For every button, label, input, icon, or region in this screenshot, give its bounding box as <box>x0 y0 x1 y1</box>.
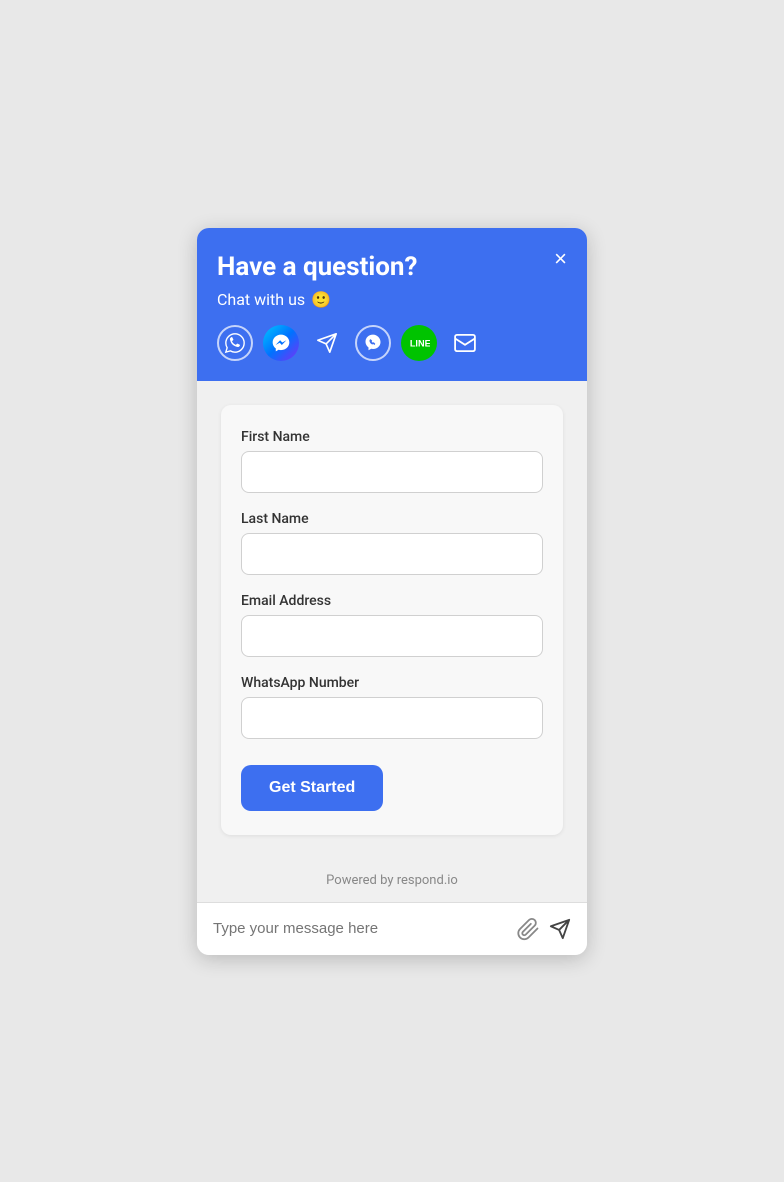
whatsapp-input[interactable] <box>241 697 543 739</box>
widget-subtitle: Chat with us 🙂 <box>217 290 567 309</box>
get-started-button[interactable]: Get Started <box>241 765 383 811</box>
close-button[interactable]: × <box>554 248 567 270</box>
first-name-label: First Name <box>241 429 543 445</box>
powered-by-text: Powered by respond.io <box>326 873 458 888</box>
whatsapp-icon[interactable] <box>217 325 253 361</box>
chat-widget: Have a question? × Chat with us 🙂 <box>197 228 587 955</box>
email-label: Email Address <box>241 593 543 609</box>
emoji-icon: 🙂 <box>311 290 331 309</box>
first-name-input[interactable] <box>241 451 543 493</box>
first-name-group: First Name <box>241 429 543 493</box>
message-input[interactable] <box>213 920 507 937</box>
attach-button[interactable] <box>517 917 539 941</box>
subtitle-text: Chat with us <box>217 290 305 309</box>
whatsapp-group: WhatsApp Number <box>241 675 543 739</box>
whatsapp-label: WhatsApp Number <box>241 675 543 691</box>
last-name-input[interactable] <box>241 533 543 575</box>
widget-header: Have a question? × Chat with us 🙂 <box>197 228 587 381</box>
paperclip-icon <box>517 917 539 941</box>
last-name-label: Last Name <box>241 511 543 527</box>
message-input-area <box>197 902 587 955</box>
last-name-group: Last Name <box>241 511 543 575</box>
svg-text:LINE: LINE <box>410 338 430 348</box>
send-button[interactable] <box>549 918 571 940</box>
messenger-icon[interactable] <box>263 325 299 361</box>
viber-icon[interactable] <box>355 325 391 361</box>
email-input[interactable] <box>241 615 543 657</box>
line-icon[interactable]: LINE <box>401 325 437 361</box>
form-area: First Name Last Name Email Address Whats… <box>197 381 587 859</box>
chat-icons-row: LINE <box>217 325 567 361</box>
widget-title: Have a question? <box>217 252 567 282</box>
send-icon <box>549 918 571 940</box>
email-group: Email Address <box>241 593 543 657</box>
email-icon[interactable] <box>447 325 483 361</box>
form-card: First Name Last Name Email Address Whats… <box>221 405 563 835</box>
telegram-icon[interactable] <box>309 325 345 361</box>
powered-by: Powered by respond.io <box>197 859 587 902</box>
